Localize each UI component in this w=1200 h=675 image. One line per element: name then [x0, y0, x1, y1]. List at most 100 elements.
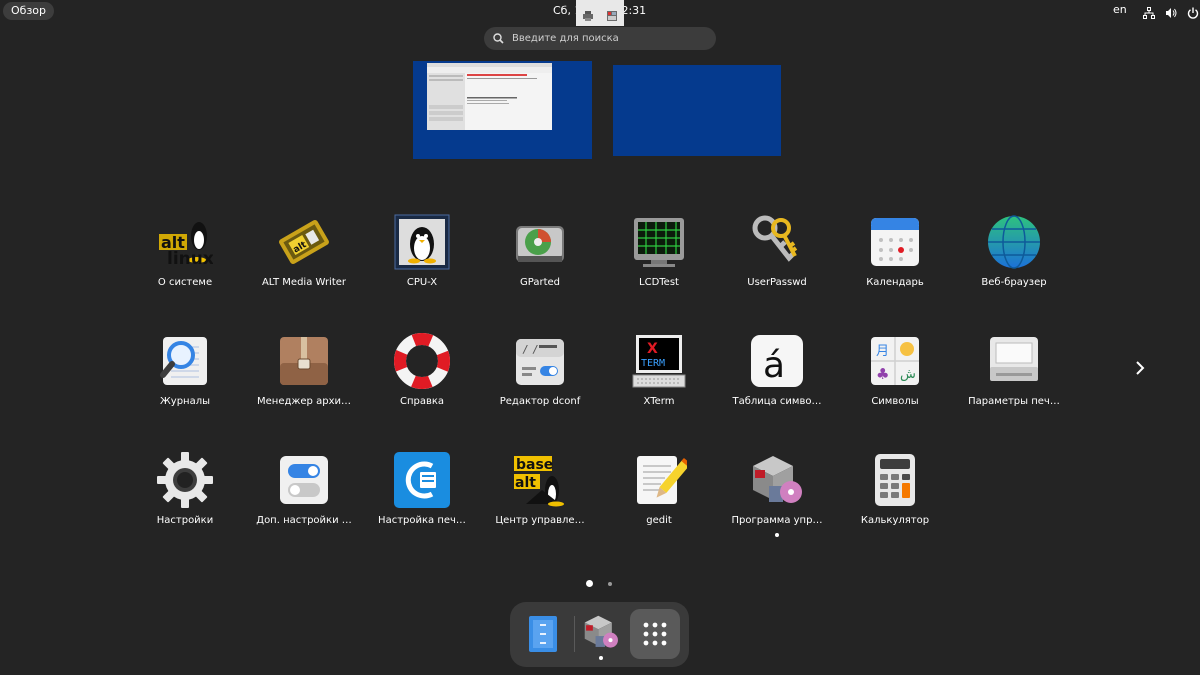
app-label: Менеджер архи… [257, 396, 351, 407]
window-thumbnail[interactable] [427, 63, 552, 130]
settings-gear-icon [157, 452, 213, 508]
svg-text:TERM: TERM [641, 358, 665, 369]
print-config-icon [394, 452, 450, 508]
svg-text:á: á [763, 345, 785, 386]
page-indicator-2[interactable] [608, 582, 612, 586]
app-label: Справка [399, 396, 445, 407]
svg-text:base: base [516, 457, 553, 473]
xterm-icon: X TERM [631, 333, 687, 389]
search-placeholder: Введите для поиска [512, 33, 619, 44]
app-web-browser[interactable]: Веб-браузер [959, 214, 1069, 314]
app-logs[interactable]: Журналы [130, 333, 240, 433]
network-icon[interactable] [1143, 4, 1155, 19]
power-icon[interactable] [1187, 4, 1199, 19]
app-label: ALT Media Writer [261, 277, 347, 288]
dock-file-manager[interactable] [518, 609, 568, 659]
language-indicator[interactable]: en [1113, 3, 1127, 16]
system-tray[interactable] [1143, 4, 1199, 19]
workspace-thumbnail-1[interactable] [413, 61, 592, 159]
running-indicator [599, 656, 603, 660]
dock-show-apps[interactable] [630, 609, 680, 659]
svg-text:X: X [647, 341, 658, 357]
package-manager-icon [582, 613, 620, 655]
volume-icon[interactable] [1165, 4, 1177, 18]
app-label: Настройка печ… [378, 515, 466, 526]
calendar-icon [867, 214, 923, 270]
dock-separator [574, 616, 575, 652]
workspace-thumbnail-2[interactable] [613, 65, 781, 156]
app-label: Календарь [866, 277, 924, 288]
package-manager-icon [749, 452, 805, 508]
media-writer-icon: alt [276, 214, 332, 270]
app-userpasswd[interactable]: UserPasswd [722, 214, 832, 314]
app-label: gedit [646, 515, 672, 526]
svg-text:♣: ♣ [876, 365, 889, 383]
app-basealt-control-center[interactable]: base alt Центр управле… [485, 452, 595, 552]
app-label: Таблица симво… [732, 396, 822, 407]
app-characters[interactable]: 月 ♣ ش Символы [840, 333, 950, 433]
keys-icon [749, 214, 805, 270]
app-cpu-x[interactable]: CPU-X [367, 214, 477, 314]
tweaks-icon [276, 452, 332, 508]
app-label: О системе [157, 277, 213, 288]
dock [510, 602, 689, 667]
app-calculator[interactable]: Калькулятор [840, 452, 950, 552]
app-gedit[interactable]: gedit [604, 452, 714, 552]
page-indicator-1[interactable] [586, 580, 593, 587]
app-label: Журналы [160, 396, 210, 407]
app-settings[interactable]: Настройки [130, 452, 240, 552]
calculator-icon [867, 452, 923, 508]
app-package-manager[interactable]: Программа упр… [722, 452, 832, 552]
app-dconf-editor[interactable]: / / Редактор dconf [485, 333, 595, 433]
app-tweaks[interactable]: Доп. настройки … [249, 452, 359, 552]
printer-tray-icon[interactable] [582, 7, 594, 21]
app-label: CPU-X [406, 277, 438, 288]
characters-icon: 月 ♣ ش [867, 333, 923, 389]
app-label: Центр управле… [495, 515, 585, 526]
web-browser-icon [986, 214, 1042, 270]
app-label: Настройки [156, 515, 214, 526]
archive-manager-icon [276, 333, 332, 389]
svg-text:alt: alt [515, 475, 536, 491]
app-label: GParted [520, 277, 560, 288]
app-label: Параметры печ… [968, 396, 1060, 407]
file-manager-icon [527, 615, 559, 657]
app-label: UserPasswd [747, 277, 807, 288]
gparted-icon [512, 214, 568, 270]
app-archive-manager[interactable]: Менеджер архи… [249, 333, 359, 433]
app-label: XTerm [643, 396, 675, 407]
app-gparted[interactable]: GParted [485, 214, 595, 314]
app-label: Доп. настройки … [256, 515, 352, 526]
gedit-icon [631, 452, 691, 508]
search-icon [493, 29, 504, 48]
app-calendar[interactable]: Календарь [840, 214, 950, 314]
altlinux-icon: alt linux alt [157, 214, 214, 270]
show-apps-grid-icon [642, 621, 668, 651]
app-xterm[interactable]: X TERM XTerm [604, 333, 714, 433]
app-print-config[interactable]: Настройка печ… [367, 452, 477, 552]
svg-text:linux: linux [167, 249, 213, 269]
app-alt-media-writer[interactable]: alt ALT Media Writer [249, 214, 359, 314]
cpu-x-icon [394, 214, 450, 270]
next-page-chevron-icon[interactable] [1131, 359, 1149, 377]
character-map-icon: á [749, 333, 805, 389]
activities-button[interactable]: Обзор [3, 2, 55, 20]
app-help[interactable]: Справка [367, 333, 477, 433]
dconf-editor-icon: / / [512, 333, 568, 389]
legacy-tray-popup [576, 0, 624, 26]
dock-package-manager[interactable] [576, 609, 626, 660]
svg-text:ش: ش [900, 367, 916, 382]
svg-text:月: 月 [876, 344, 889, 359]
app-label: Редактор dconf [499, 396, 581, 407]
search-input[interactable]: Введите для поиска [484, 27, 716, 50]
app-label: LCDTest [639, 277, 679, 288]
app-character-map[interactable]: á Таблица симво… [722, 333, 832, 433]
app-about-system[interactable]: alt linux alt О системе [130, 214, 240, 314]
package-tray-icon[interactable] [606, 7, 618, 21]
help-lifebuoy-icon [394, 333, 450, 389]
logs-icon [157, 333, 213, 389]
app-printer-settings[interactable]: Параметры печ… [959, 333, 1069, 433]
app-label: Веб-браузер [981, 277, 1047, 288]
top-bar: Обзор Сб, 16 12:31 en [0, 0, 1200, 26]
app-lcdtest[interactable]: LCDTest [604, 214, 714, 314]
